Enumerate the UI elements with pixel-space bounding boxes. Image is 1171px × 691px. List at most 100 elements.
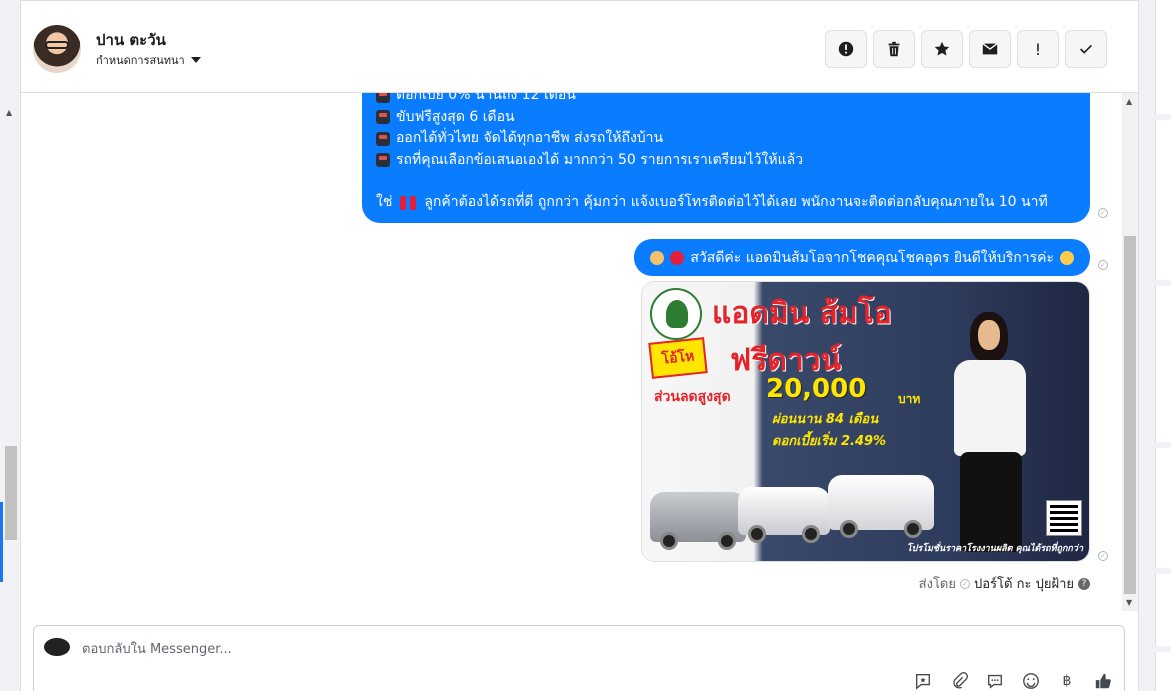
page-avatar xyxy=(44,638,70,656)
info-card xyxy=(1155,0,1171,114)
pray-emoji-icon xyxy=(650,250,665,265)
like-button[interactable] xyxy=(1094,672,1112,690)
greeting-text: สวัสดีค่ะ แอดมินส้มโอจากโชคคุณโชคอุดร ยิ… xyxy=(690,249,1054,266)
saved-reply-button[interactable] xyxy=(914,672,932,690)
promo-title: แอดมิน ส้มโอ xyxy=(712,296,892,331)
attachment-button[interactable] xyxy=(950,672,968,690)
trash-icon xyxy=(888,41,900,57)
blush-emoji-icon xyxy=(1060,250,1074,265)
sent-check-icon: ✓ xyxy=(960,578,970,589)
attachment-icon xyxy=(953,672,968,689)
mark-important-button[interactable]: ! xyxy=(1017,30,1059,68)
heart-emoji-icon xyxy=(670,250,685,265)
message-line-text: ขับฟรีสูงสุด 6 เดือน xyxy=(396,108,515,125)
assign-label: กำหนดการสนทนา xyxy=(96,54,185,67)
closing-prefix: ใช่ xyxy=(376,194,393,210)
exclaim-icon: ! xyxy=(1034,39,1042,59)
seen-check-icon: ✓ xyxy=(1098,208,1108,218)
spam-icon xyxy=(838,41,854,57)
mark-spam-button[interactable] xyxy=(825,30,867,68)
double-exclamation-icon xyxy=(410,195,417,210)
dealer-logo-icon xyxy=(650,288,702,340)
promo-tag: โอ้โห xyxy=(648,337,708,379)
info-card xyxy=(1155,448,1171,568)
sent-by-label: ส่งโดย xyxy=(918,577,956,592)
avatar-glasses xyxy=(45,41,69,49)
left-active-indicator xyxy=(0,502,3,582)
car-sedan-image xyxy=(650,492,746,550)
sent-by-agent[interactable]: ปอร์โต้ กะ ปุยฝ้าย xyxy=(974,573,1074,594)
mark-unread-button[interactable] xyxy=(969,30,1011,68)
person-face xyxy=(978,320,1000,350)
left-scroll-up-icon[interactable]: ▲ xyxy=(6,108,12,117)
person-pants xyxy=(960,452,1022,552)
promo-discount-label: ส่วนลดสูงสุด xyxy=(654,389,731,405)
header-action-buttons: ! xyxy=(825,30,1107,68)
mark-done-button[interactable] xyxy=(1065,30,1107,68)
promo-currency: บาท xyxy=(898,392,921,406)
scroll-down-icon[interactable]: ▼ xyxy=(1126,598,1132,607)
car-pickup-image xyxy=(738,487,830,543)
chevron-down-icon xyxy=(190,57,201,63)
left-scroll-strip: ▲ xyxy=(0,0,21,691)
assign-conversation-dropdown[interactable]: กำหนดการสนทนา xyxy=(96,51,201,69)
message-line: ดอกเบี้ย 0% นานถึง 12 เดือน xyxy=(376,93,1076,107)
conversation-header: ปาน ตะวัน กำหนดการสนทนา ! xyxy=(21,0,1138,93)
message-line: ขับฟรีสูงสุด 6 เดือน xyxy=(376,107,1076,129)
payment-button[interactable]: ฿ xyxy=(1058,672,1076,690)
baht-icon: ฿ xyxy=(1062,673,1072,689)
promo-footer: โปรโมชั่นราคาโรงงานผลิต คุณได้รถที่ถูกกว… xyxy=(906,544,1083,554)
messenger-inbox-window: ▲ ปาน ตะวัน กำหนดการสนทนา ! ดอกเบี้ย 0% … xyxy=(0,0,1171,691)
chat-bubble-icon xyxy=(988,674,1002,689)
seen-check-icon: ✓ xyxy=(1098,260,1108,270)
star-button[interactable] xyxy=(921,30,963,68)
check-icon xyxy=(1080,44,1092,54)
chat-bubble-button[interactable] xyxy=(986,672,1004,690)
composer-toolbar: ฿ xyxy=(914,672,1112,690)
scroll-up-icon[interactable]: ▲ xyxy=(1126,97,1132,106)
closing-text: ลูกค้าต้องได้รถที่ดี ถูกกว่า คุ้มกว่า แจ… xyxy=(424,194,1048,210)
info-card xyxy=(1155,574,1171,646)
message-thread[interactable]: ดอกเบี้ย 0% นานถึง 12 เดือน ขับฟรีสูงสุด… xyxy=(21,93,1122,611)
help-icon[interactable]: ? xyxy=(1078,577,1090,590)
train-emoji-icon xyxy=(376,153,390,168)
message-line-text: ดอกเบี้ย 0% นานถึง 12 เดือน xyxy=(396,93,576,103)
train-emoji-icon xyxy=(376,93,390,103)
promo-discount-amount: 20,000 xyxy=(766,374,867,404)
left-scrollbar-thumb[interactable] xyxy=(5,446,17,540)
info-card xyxy=(1155,120,1171,280)
message-line: ออกได้ทั่วไทย จัดได้ทุกอาชีพ ส่งรถให้ถึง… xyxy=(376,128,1076,150)
train-emoji-icon xyxy=(376,131,390,146)
message-line-closing: ใช่ ลูกค้าต้องได้รถที่ดี ถูกกว่า คุ้มกว่า… xyxy=(376,192,1076,214)
promo-installment: ผ่อนนาน 84 เดือน xyxy=(772,412,879,427)
thread-scrollbar[interactable]: ▲ ▼ xyxy=(1122,93,1138,611)
car-pickup-cage-image xyxy=(828,475,934,538)
reply-composer: ฿ xyxy=(33,625,1125,691)
promo-interest: ดอกเบี้ยเริ่ม 2.49% xyxy=(772,434,887,449)
promo-person-image xyxy=(932,302,1052,557)
right-info-panel xyxy=(1138,0,1171,691)
contact-avatar[interactable] xyxy=(33,25,81,73)
double-exclamation-icon xyxy=(400,195,407,210)
emoji-icon xyxy=(1023,673,1039,689)
qr-code-icon xyxy=(1046,500,1082,536)
seen-check-icon: ✓ xyxy=(1098,551,1108,561)
sent-by-info: ส่งโดย ✓ ปอร์โต้ กะ ปุยฝ้าย ? xyxy=(919,573,1090,594)
info-card xyxy=(1155,286,1171,442)
message-line-text: รถที่คุณเลือกข้อเสนอเองได้ มากกว่า 50 รา… xyxy=(396,151,804,168)
message-bubble-promo[interactable]: ดอกเบี้ย 0% นานถึง 12 เดือน ขับฟรีสูงสุด… xyxy=(362,93,1090,223)
like-icon xyxy=(1095,673,1111,689)
info-card xyxy=(1155,652,1171,691)
emoji-button[interactable] xyxy=(1022,672,1040,690)
thread-scrollbar-thumb[interactable] xyxy=(1124,236,1136,594)
star-icon xyxy=(934,41,950,56)
mail-icon xyxy=(982,43,998,55)
person-shirt xyxy=(954,360,1026,456)
contact-name[interactable]: ปาน ตะวัน xyxy=(96,28,166,52)
reply-input[interactable] xyxy=(82,638,982,660)
promo-image-message[interactable]: แอดมิน ส้มโอ โอ้โห ฟรีดาวน์ ส่วนลดสูงสุด… xyxy=(641,281,1090,562)
message-bubble-greeting[interactable]: สวัสดีค่ะ แอดมินส้มโอจากโชคคุณโชคอุดร ยิ… xyxy=(634,239,1090,276)
message-line: รถที่คุณเลือกข้อเสนอเองได้ มากกว่า 50 รา… xyxy=(376,150,1076,172)
delete-button[interactable] xyxy=(873,30,915,68)
